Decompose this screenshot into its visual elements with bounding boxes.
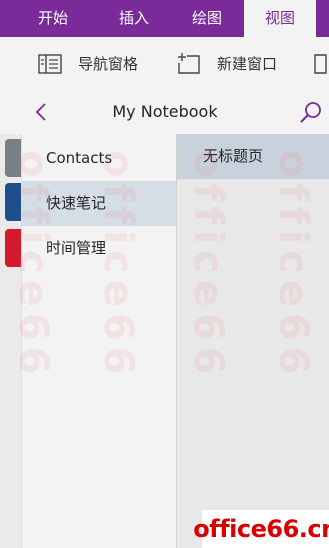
- new-window-icon: [178, 52, 200, 74]
- page-list: 无标题页: [176, 134, 329, 548]
- tab-insert[interactable]: 插入: [107, 0, 161, 37]
- notebook-header: My Notebook: [0, 90, 329, 134]
- navigation-pane-label: 导航窗格: [78, 55, 139, 73]
- page-overflow-button[interactable]: [314, 37, 329, 90]
- page-item-untitled[interactable]: 无标题页: [177, 134, 329, 179]
- section-item-quick-notes[interactable]: 快速笔记: [22, 181, 176, 226]
- section-color-tab[interactable]: [5, 183, 21, 221]
- section-color-tab[interactable]: [5, 139, 21, 177]
- page-icon: [314, 53, 327, 74]
- navigation-pane-icon: [38, 53, 62, 74]
- section-list: Contacts 快速笔记 时间管理: [22, 134, 176, 548]
- tab-view[interactable]: 视图: [244, 0, 316, 37]
- section-item-time-management[interactable]: 时间管理: [22, 226, 176, 271]
- navigation-pane-button[interactable]: 导航窗格: [38, 37, 138, 90]
- section-color-strip: [0, 134, 22, 548]
- section-color-tab[interactable]: [5, 229, 21, 267]
- section-item-contacts[interactable]: Contacts: [22, 136, 176, 181]
- tab-home[interactable]: 开始: [28, 0, 78, 37]
- search-icon[interactable]: [299, 100, 323, 124]
- ribbon-commands: 导航窗格 新建窗口: [0, 37, 329, 91]
- notebook-title[interactable]: My Notebook: [40, 90, 290, 134]
- new-window-button[interactable]: 新建窗口: [177, 37, 277, 90]
- tab-draw[interactable]: 绘图: [177, 0, 237, 37]
- ribbon-tab-bar: 开始 插入 绘图 视图: [0, 0, 329, 37]
- new-window-label: 新建窗口: [217, 55, 278, 73]
- site-logo: office66.cn: [193, 510, 329, 548]
